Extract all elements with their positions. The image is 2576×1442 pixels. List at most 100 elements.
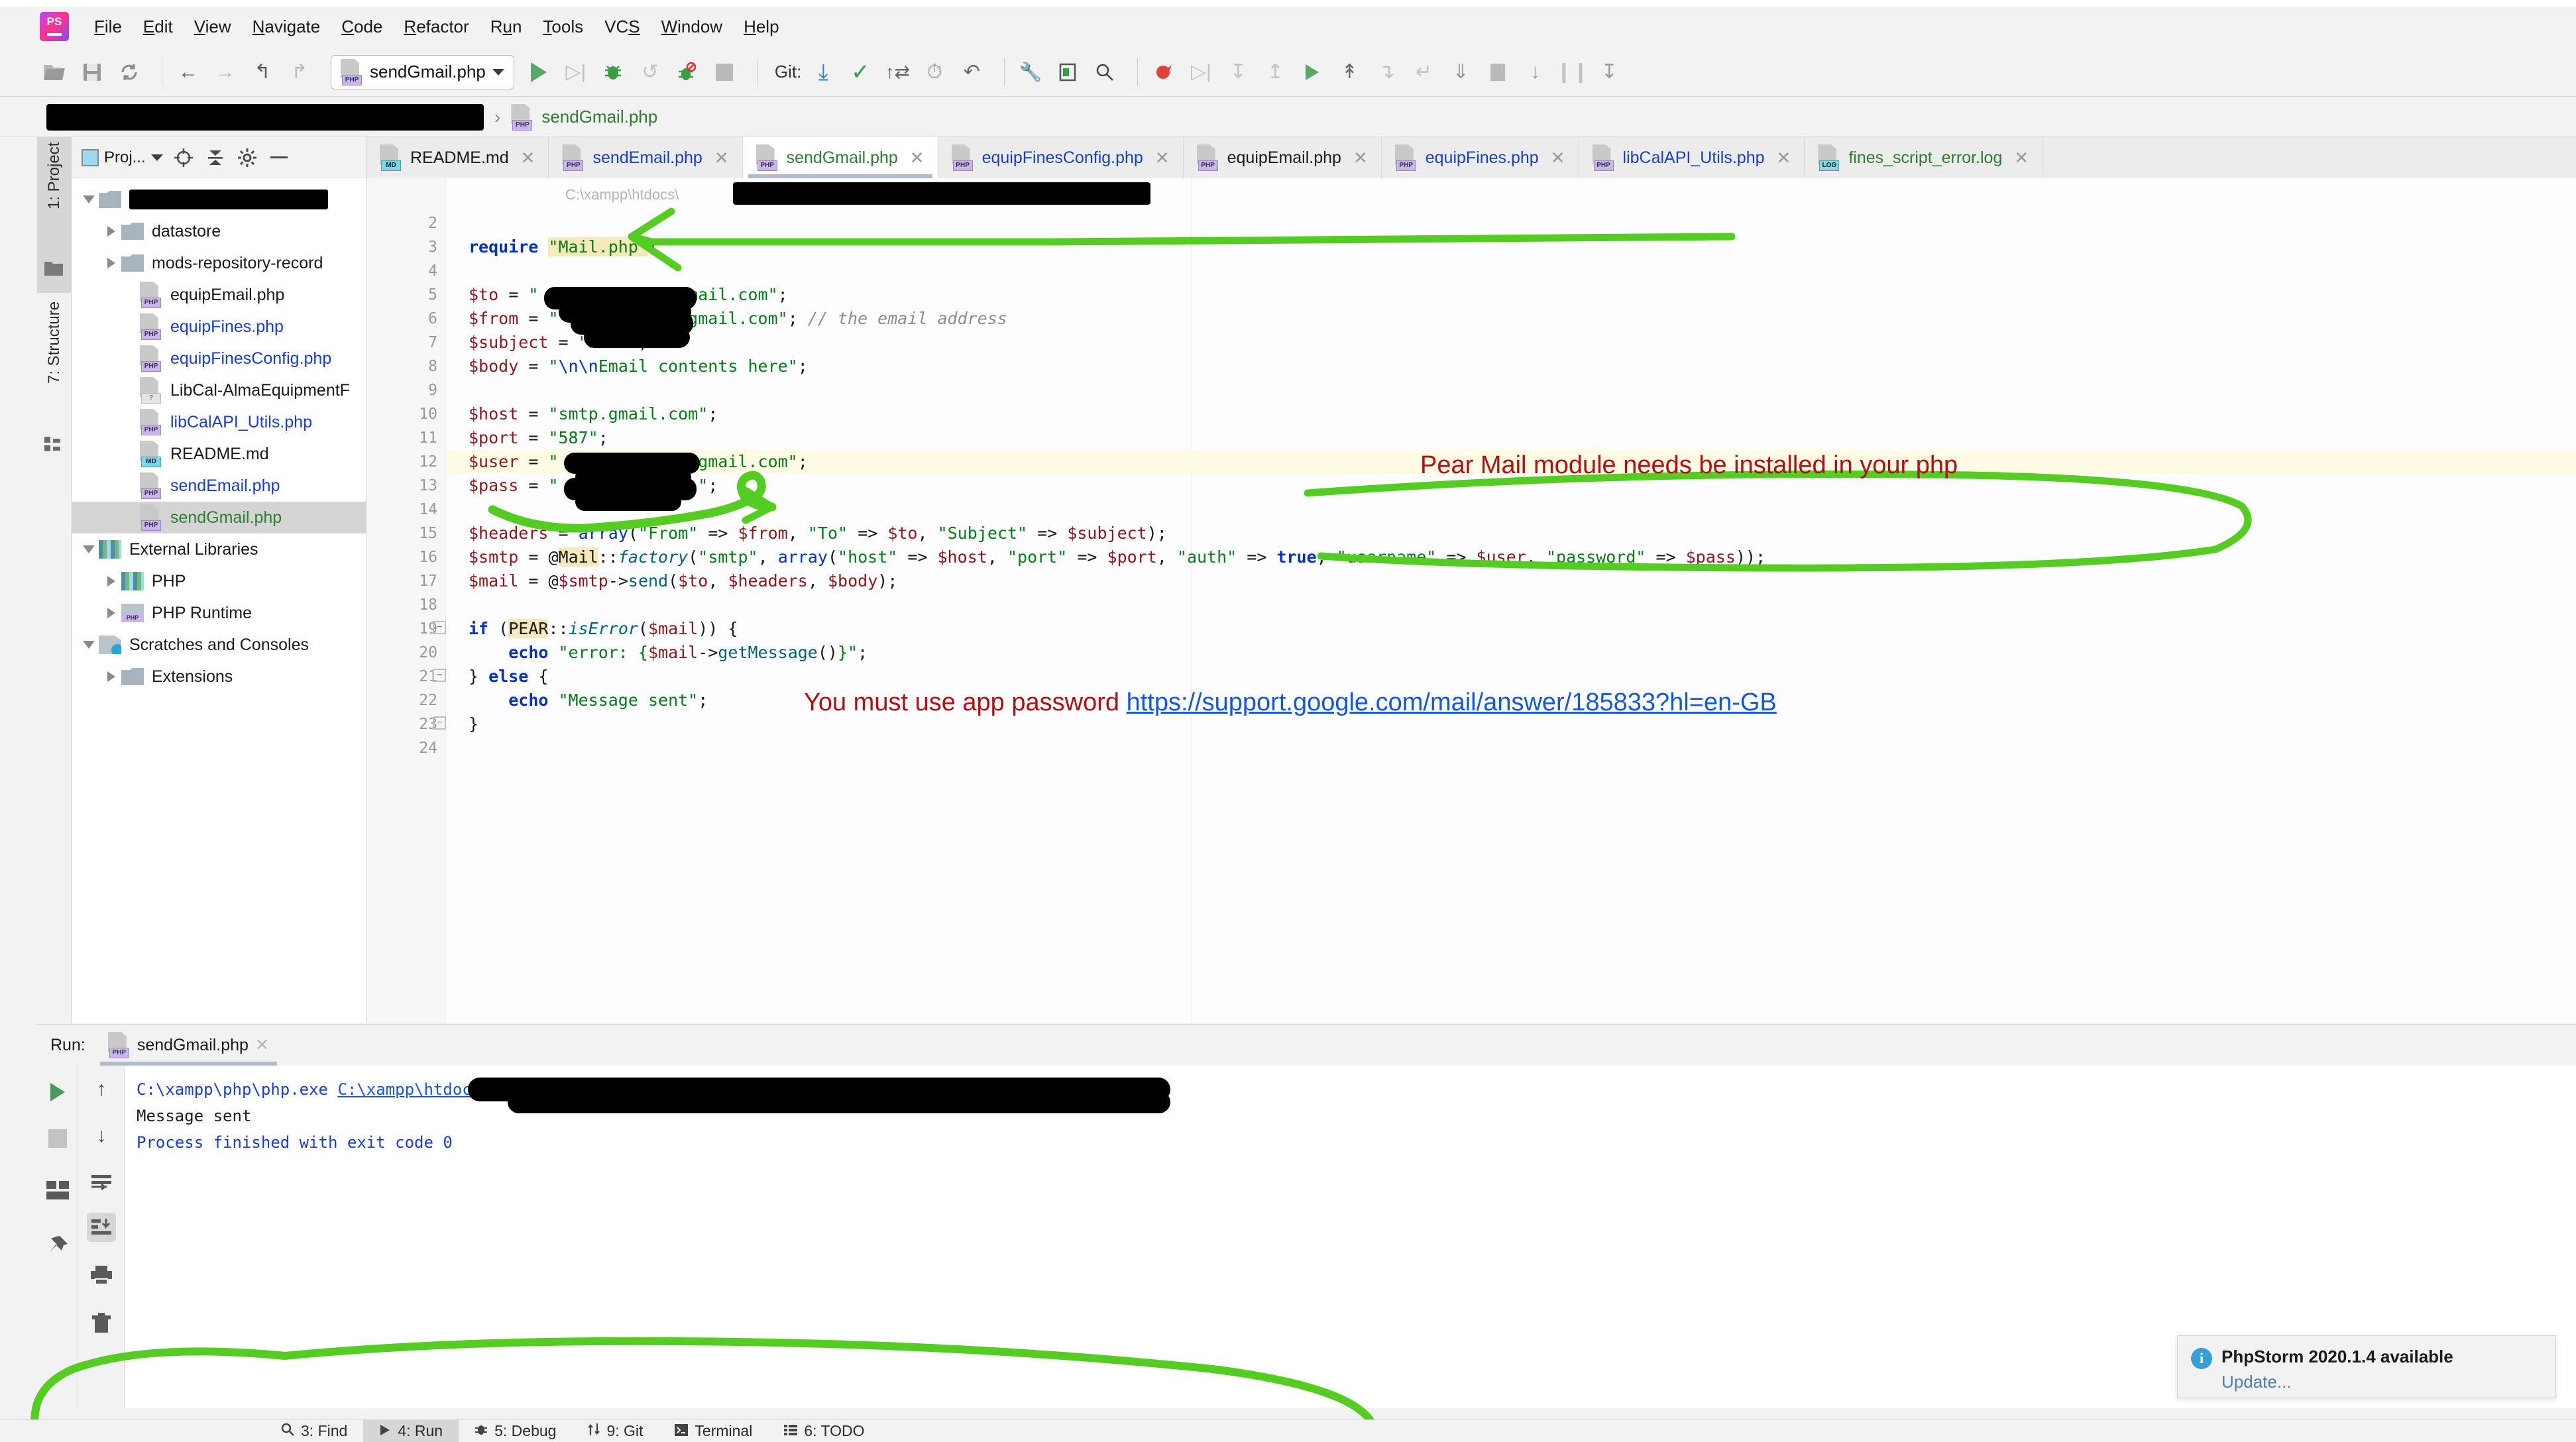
breakpoint-icon[interactable] bbox=[1148, 57, 1179, 87]
tab-libCalAPI_Utils-php[interactable]: PHP libCalAPI_Utils.php ✕ bbox=[1579, 137, 1805, 178]
tree-item-datastore[interactable]: datastore bbox=[72, 215, 366, 247]
status-item-find[interactable]: 3: Find bbox=[265, 1420, 363, 1442]
menu-window[interactable]: Window bbox=[651, 14, 733, 40]
close-icon[interactable]: ✕ bbox=[521, 148, 535, 168]
tree-item-equipFines-php[interactable]: PHP equipFines.php bbox=[72, 311, 366, 343]
collapse-all-icon[interactable] bbox=[204, 146, 227, 169]
pause-icon[interactable]: ❙❙ bbox=[1555, 57, 1589, 87]
soft-wrap-icon[interactable] bbox=[87, 1168, 116, 1197]
tab-equipEmail-php[interactable]: PHP equipEmail.php ✕ bbox=[1183, 137, 1382, 178]
tree-item-equipFinesConfig-php[interactable]: PHP equipFinesConfig.php bbox=[72, 343, 366, 374]
wrench-settings-icon[interactable]: 🔧 bbox=[1015, 57, 1046, 87]
git-update-icon[interactable]: ⤓ bbox=[808, 57, 838, 87]
tab-fines_script_error-log[interactable]: LOG fines_script_error.log ✕ bbox=[1805, 137, 2043, 178]
step-out-icon[interactable]: ↥ bbox=[1260, 57, 1290, 87]
tab-README-md[interactable]: MD README.md ✕ bbox=[366, 137, 549, 178]
tree-item-sendGmail-php[interactable]: PHP sendGmail.php bbox=[72, 502, 366, 533]
menu-help[interactable]: Help bbox=[733, 14, 789, 40]
status-item-run[interactable]: 4: Run bbox=[363, 1420, 459, 1442]
scroll-to-end-icon[interactable] bbox=[87, 1213, 116, 1242]
annotation-link[interactable]: https://support.google.com/mail/answer/1… bbox=[1127, 689, 1777, 716]
menu-refactor[interactable]: Refactor bbox=[393, 14, 479, 40]
tab-sendEmail-php[interactable]: PHP sendEmail.php ✕ bbox=[549, 137, 743, 178]
editor-gutter[interactable]: 2 3 4 5 6 7 8 9 10 11 12 13 14 15 16 17 … bbox=[366, 178, 446, 1023]
stop-2-icon[interactable] bbox=[1483, 57, 1513, 87]
run-to-cursor-icon[interactable]: ⇓ bbox=[1445, 57, 1476, 87]
smart-step-icon[interactable]: ↴ bbox=[1371, 57, 1402, 87]
close-icon[interactable]: ✕ bbox=[2014, 148, 2029, 168]
status-item-terminal[interactable]: Terminal bbox=[659, 1420, 768, 1442]
tree-item-equipEmail-php[interactable]: PHP equipEmail.php bbox=[72, 279, 366, 311]
up-arrow-icon[interactable]: ↑ bbox=[87, 1075, 116, 1104]
tab-equipFines-php[interactable]: PHP equipFines.php ✕ bbox=[1381, 137, 1579, 178]
project-view-selector[interactable]: Proj... bbox=[82, 148, 163, 167]
chevron-down-icon[interactable] bbox=[79, 195, 99, 203]
code-fold-icon[interactable]: − bbox=[433, 621, 446, 634]
force-step-icon[interactable]: ↟ bbox=[1334, 57, 1365, 87]
open-folder-icon[interactable] bbox=[40, 57, 70, 87]
editor-code-area[interactable]: require "Mail.php"; $to = " @gmail.com";… bbox=[446, 178, 2576, 1023]
debug-bug-icon[interactable] bbox=[598, 57, 628, 87]
menu-run[interactable]: Run bbox=[480, 14, 533, 40]
code-fold-icon[interactable]: − bbox=[433, 716, 446, 730]
tab-equipFinesConfig-php[interactable]: PHP equipFinesConfig.php ✕ bbox=[938, 137, 1184, 178]
trash-icon[interactable] bbox=[87, 1308, 116, 1337]
close-icon[interactable]: ✕ bbox=[1777, 148, 1791, 168]
down-arrow-icon[interactable]: ↓ bbox=[87, 1121, 116, 1150]
tree-item-php-runtime[interactable]: PHP Runtime bbox=[72, 597, 366, 629]
pin-icon[interactable] bbox=[43, 1231, 72, 1260]
close-icon[interactable]: ✕ bbox=[1551, 148, 1565, 168]
search-icon[interactable] bbox=[1090, 57, 1120, 87]
print-icon[interactable] bbox=[87, 1260, 116, 1290]
menu-vcs[interactable]: VCS bbox=[594, 14, 650, 40]
close-icon[interactable]: ✕ bbox=[1155, 148, 1170, 168]
status-item-git[interactable]: 9: Git bbox=[572, 1420, 659, 1442]
menu-edit[interactable]: Edit bbox=[133, 14, 184, 40]
tree-item-libCalAPI_Utils-php[interactable]: PHP libCalAPI_Utils.php bbox=[72, 406, 366, 438]
tree-item-external-libraries[interactable]: External Libraries bbox=[72, 533, 366, 565]
tree-item-root[interactable] bbox=[72, 184, 366, 215]
run-with-coverage-icon[interactable]: ▷| bbox=[561, 57, 591, 87]
git-push-icon[interactable]: ↑⇄ bbox=[882, 57, 913, 87]
menu-navigate[interactable]: Navigate bbox=[242, 14, 331, 40]
rerun-icon[interactable]: ↺ bbox=[635, 57, 665, 87]
chevron-right-icon[interactable] bbox=[101, 608, 121, 618]
status-item-todo[interactable]: 6: TODO bbox=[768, 1420, 880, 1442]
close-icon[interactable]: ✕ bbox=[714, 148, 729, 168]
git-revert-icon[interactable]: ↶ bbox=[956, 57, 987, 87]
tree-item-README-md[interactable]: MD README.md bbox=[72, 438, 366, 470]
stop-icon[interactable] bbox=[709, 57, 740, 87]
chevron-down-icon[interactable] bbox=[79, 545, 99, 553]
forward-arrow-icon[interactable]: → bbox=[210, 57, 241, 87]
tree-item-extensions[interactable]: Extensions bbox=[72, 661, 366, 693]
tree-item-mods-repository-record[interactable]: mods-repository-record bbox=[72, 247, 366, 279]
chevron-right-icon[interactable] bbox=[101, 226, 121, 237]
rerun-icon[interactable] bbox=[43, 1078, 72, 1107]
sync-refresh-icon[interactable] bbox=[114, 57, 144, 87]
git-history-icon[interactable]: ⏱ bbox=[919, 57, 950, 87]
chevron-right-icon[interactable] bbox=[101, 671, 121, 682]
tree-item-sendEmail-php[interactable]: PHP sendEmail.php bbox=[72, 470, 366, 502]
menu-tools[interactable]: Tools bbox=[532, 14, 594, 40]
git-commit-icon[interactable]: ✓ bbox=[845, 57, 875, 87]
update-notification[interactable]: i PhpStorm 2020.1.4 available Update... bbox=[2177, 1335, 2556, 1398]
stop-debug-icon[interactable] bbox=[672, 57, 702, 87]
close-icon[interactable]: ✕ bbox=[1353, 148, 1368, 168]
project-structure-icon[interactable] bbox=[1052, 57, 1083, 87]
close-icon[interactable]: ✕ bbox=[910, 148, 924, 168]
back-arrow-icon[interactable]: ← bbox=[173, 57, 203, 87]
save-all-icon[interactable] bbox=[77, 57, 107, 87]
redo-icon[interactable]: ↱ bbox=[284, 57, 315, 87]
stop-icon[interactable] bbox=[43, 1124, 72, 1153]
tree-item-scratches-and-consoles[interactable]: Scratches and Consoles bbox=[72, 629, 366, 661]
scroll-from-source-icon[interactable] bbox=[172, 146, 195, 169]
run-configuration-selector[interactable]: PHP sendGmail.php bbox=[331, 54, 514, 89]
step-over-icon[interactable]: ▷| bbox=[1186, 57, 1216, 87]
step-into-icon[interactable]: ↧ bbox=[1223, 57, 1253, 87]
run-tab-sendGmail[interactable]: PHP sendGmail.php ✕ bbox=[97, 1025, 280, 1066]
chevron-right-icon[interactable] bbox=[101, 576, 121, 586]
mute-breakpoints-icon[interactable]: ↧ bbox=[1594, 57, 1624, 87]
menu-view[interactable]: View bbox=[184, 14, 242, 40]
menu-code[interactable]: Code bbox=[331, 14, 393, 40]
tree-item-LibCal-AlmaEquipment[interactable]: ? LibCal-AlmaEquipmentF bbox=[72, 374, 366, 406]
